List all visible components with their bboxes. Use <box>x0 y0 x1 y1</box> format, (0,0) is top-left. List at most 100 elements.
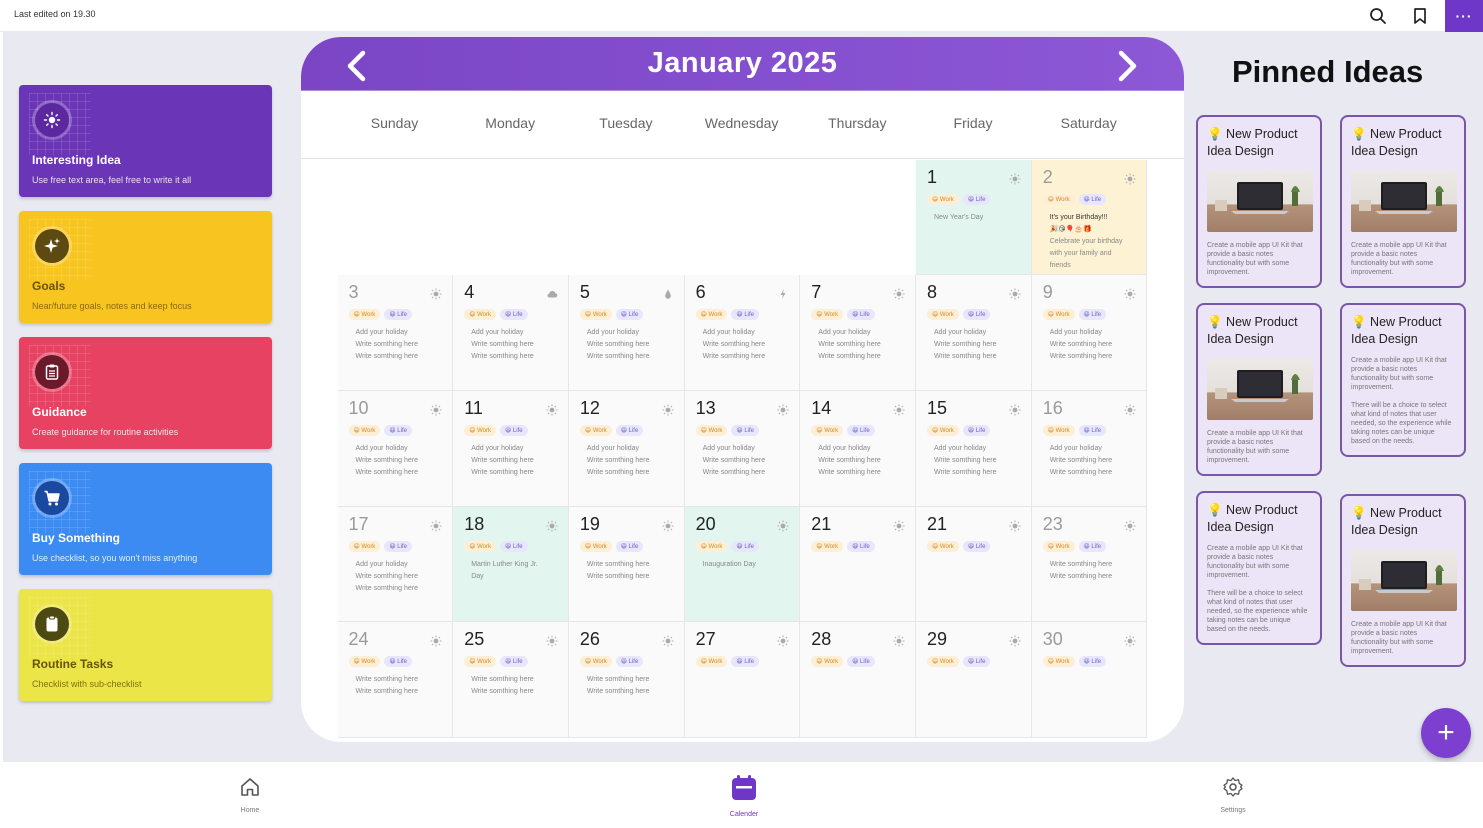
work-tag[interactable]: 😄 Work <box>464 656 496 668</box>
day-note[interactable]: Write somthing here <box>464 686 557 698</box>
calendar-day-cell[interactable]: 13 😄 Work 😆 Life Add your holiday Write somt… <box>684 390 801 507</box>
work-tag[interactable]: 😄 Work <box>579 656 612 668</box>
calendar-day-cell[interactable]: 9 😄 Work 😆 Life Add your holiday Write somth… <box>1031 275 1148 391</box>
work-tag[interactable]: 😄 Work <box>579 540 612 552</box>
calendar-day-cell[interactable]: 26 😄 Work 😆 Life Write somthing here Write s… <box>568 622 685 738</box>
day-note[interactable]: Write somthing here <box>349 339 442 351</box>
calendar-day-cell[interactable]: 21 😄 Work 😆 Life <box>800 506 916 623</box>
work-tag[interactable]: 😄 Work <box>811 424 844 436</box>
life-tag[interactable]: 😆 Life <box>1078 193 1107 205</box>
calendar-day-cell[interactable]: 10 😄 Work 😆 Life Add your holiday Write somt… <box>337 390 454 507</box>
day-note[interactable]: Write somthing here <box>811 351 904 363</box>
life-tag[interactable]: 😆 Life <box>847 424 875 436</box>
category-card-interesting-idea[interactable]: Interesting Idea Use free text area, feel… <box>19 85 272 197</box>
day-note[interactable]: Add your holiday <box>696 327 789 339</box>
calendar-day-cell[interactable]: 12 😄 Work 😆 Life Add your holiday Write somt… <box>568 390 685 507</box>
calendar-day-cell[interactable]: 28 😄 Work 😆 Life <box>800 622 916 738</box>
day-note[interactable]: Add your holiday <box>580 327 673 339</box>
category-card-goals[interactable]: Goals Near/future goals, notes and keep f… <box>19 211 272 323</box>
bookmark-icon[interactable] <box>1408 4 1432 28</box>
nav-calender[interactable]: Calender <box>714 774 774 818</box>
day-note[interactable]: Write somthing here <box>580 339 673 351</box>
work-tag[interactable]: 😄 Work <box>348 540 381 552</box>
day-note[interactable]: 🎉😘🎈🎂🎁 <box>1043 224 1136 236</box>
pinned-idea-card[interactable]: 💡 New Product Idea Design Create a mobile… <box>1340 494 1466 667</box>
day-note[interactable]: Write somthing here <box>349 467 442 479</box>
add-button[interactable]: + <box>1421 708 1471 758</box>
work-tag[interactable]: 😄 Work <box>695 656 728 668</box>
life-tag[interactable]: 😆 Life <box>731 540 760 552</box>
calendar-day-cell[interactable]: 1 😄 Work 😆 Life New Year's Day <box>916 159 1032 276</box>
work-tag[interactable]: 😄 Work <box>579 424 612 436</box>
day-note[interactable]: Write somthing here <box>1043 351 1136 363</box>
life-tag[interactable]: 😆 Life <box>847 540 875 552</box>
life-tag[interactable]: 😆 Life <box>962 540 991 552</box>
life-tag[interactable]: 😆 Life <box>847 656 875 668</box>
work-tag[interactable]: 😄 Work <box>927 540 959 552</box>
life-tag[interactable]: 😆 Life <box>384 309 412 321</box>
day-note[interactable]: Write somthing here <box>464 674 557 686</box>
day-note[interactable]: Add your holiday <box>349 327 442 339</box>
day-note[interactable]: Write somthing here <box>464 455 557 467</box>
day-note[interactable]: Write somthing here <box>1043 455 1136 467</box>
life-tag[interactable]: 😆 Life <box>1078 540 1107 552</box>
work-tag[interactable]: 😄 Work <box>1042 193 1075 205</box>
calendar-day-cell[interactable]: 27 😄 Work 😆 Life <box>684 622 801 738</box>
day-note[interactable]: Celebrate your birthday <box>1043 236 1136 248</box>
day-note[interactable]: Write somthing here <box>811 339 904 351</box>
day-note[interactable]: Add your holiday <box>696 443 789 455</box>
life-tag[interactable]: 😆 Life <box>731 309 760 321</box>
work-tag[interactable]: 😄 Work <box>464 424 496 436</box>
life-tag[interactable]: 😆 Life <box>615 424 644 436</box>
work-tag[interactable]: 😄 Work <box>1042 424 1075 436</box>
calendar-day-cell[interactable]: 25 😄 Work 😆 Life Write somthing here Write s… <box>453 622 569 738</box>
calendar-day-cell[interactable]: 14 😄 Work 😆 Life Add your holiday Write somt… <box>800 390 916 507</box>
life-tag[interactable]: 😆 Life <box>962 656 991 668</box>
life-tag[interactable]: 😆 Life <box>500 424 528 436</box>
life-tag[interactable]: 😆 Life <box>500 540 528 552</box>
work-tag[interactable]: 😄 Work <box>464 309 496 321</box>
calendar-day-cell[interactable]: 6 😄 Work 😆 Life Add your holiday Write somth… <box>684 275 801 391</box>
life-tag[interactable]: 😆 Life <box>384 424 412 436</box>
category-card-routine-tasks[interactable]: Routine Tasks Checklist with sub-checklis… <box>19 589 272 701</box>
day-note[interactable]: Day <box>464 571 557 583</box>
day-note[interactable]: New Year's Day <box>927 212 1020 224</box>
work-tag[interactable]: 😄 Work <box>348 309 381 321</box>
calendar-day-cell[interactable]: 29 😄 Work 😆 Life <box>916 622 1032 738</box>
day-note[interactable]: Write somthing here <box>349 351 442 363</box>
pinned-idea-card[interactable]: 💡 New Product Idea Design Create a mobile… <box>1340 303 1466 457</box>
day-note[interactable]: Add your holiday <box>464 327 557 339</box>
day-note[interactable]: Write somthing here <box>927 467 1020 479</box>
day-note[interactable]: Write somthing here <box>580 351 673 363</box>
work-tag[interactable]: 😄 Work <box>927 424 959 436</box>
day-note[interactable]: Write somthing here <box>349 674 442 686</box>
calendar-day-cell[interactable]: 18 😄 Work 😆 Life Martin Luther King Jr. Day <box>453 506 569 623</box>
day-note[interactable]: Write somthing here <box>349 455 442 467</box>
work-tag[interactable]: 😄 Work <box>927 656 959 668</box>
day-note[interactable]: Write somthing here <box>464 351 557 363</box>
life-tag[interactable]: 😆 Life <box>1078 424 1107 436</box>
work-tag[interactable]: 😄 Work <box>348 424 381 436</box>
calendar-day-cell[interactable]: 11 😄 Work 😆 Life Add your holiday Write somt… <box>453 390 569 507</box>
day-note[interactable]: Write somthing here <box>1043 467 1136 479</box>
pinned-idea-card[interactable]: 💡 New Product Idea Design Create a mobile… <box>1340 115 1466 288</box>
work-tag[interactable]: 😄 Work <box>927 193 959 205</box>
pinned-idea-card[interactable]: 💡 New Product Idea Design Create a mobile… <box>1196 491 1322 645</box>
life-tag[interactable]: 😆 Life <box>384 656 412 668</box>
day-note[interactable]: Add your holiday <box>927 327 1020 339</box>
calendar-day-cell[interactable]: 24 😄 Work 😆 Life Write somthing here Write s… <box>337 622 454 738</box>
work-tag[interactable]: 😄 Work <box>1042 540 1075 552</box>
calendar-day-cell[interactable]: 30 😄 Work 😆 Life <box>1031 622 1148 738</box>
day-note[interactable]: Add your holiday <box>580 443 673 455</box>
more-options-button[interactable]: ··· <box>1445 0 1483 32</box>
life-tag[interactable]: 😆 Life <box>847 309 875 321</box>
day-note[interactable]: Add your holiday <box>811 327 904 339</box>
next-month-icon[interactable] <box>1113 49 1141 83</box>
day-note[interactable]: Write somthing here <box>464 467 557 479</box>
life-tag[interactable]: 😆 Life <box>731 656 760 668</box>
calendar-day-cell[interactable]: 23 😄 Work 😆 Life Write somthing here Write s… <box>1031 506 1148 623</box>
work-tag[interactable]: 😄 Work <box>811 540 844 552</box>
day-note[interactable]: Write somthing here <box>464 339 557 351</box>
calendar-day-cell[interactable]: 19 😄 Work 😆 Life Write somthing here Write s… <box>568 506 685 623</box>
day-note[interactable]: Write somthing here <box>696 339 789 351</box>
